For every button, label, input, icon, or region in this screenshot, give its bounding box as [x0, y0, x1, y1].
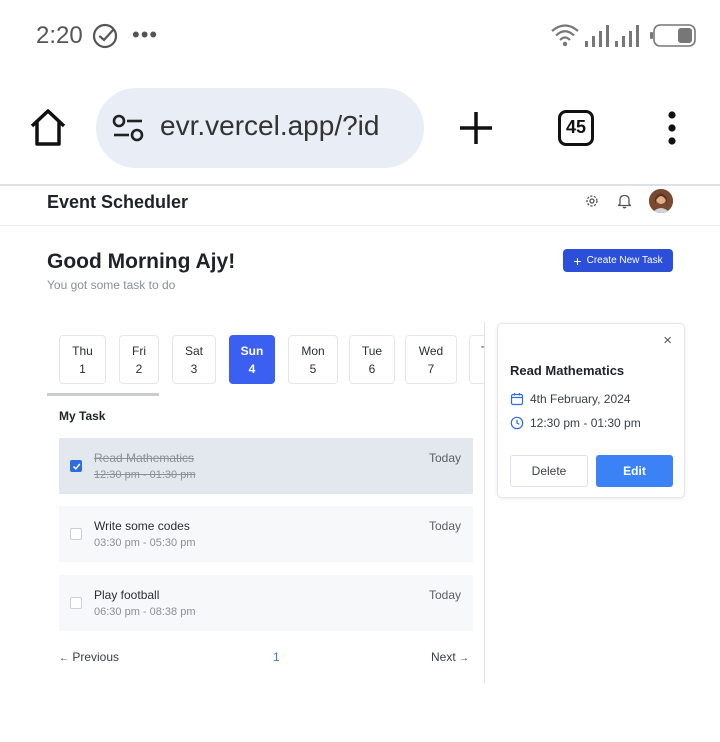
signal-icon — [585, 25, 609, 47]
my-task-heading: My Task — [59, 409, 106, 423]
create-new-task-label: Create New Task — [586, 255, 663, 266]
signal-icon-2 — [615, 25, 639, 47]
site-settings-icon[interactable] — [112, 114, 144, 142]
task-row[interactable]: Read Mathematics 12:30 pm - 01:30 pm Tod… — [59, 438, 473, 494]
task-day: Today — [428, 588, 461, 602]
arrow-left-icon: ← — [59, 653, 69, 664]
bell-icon[interactable] — [617, 193, 632, 209]
greeting-subtitle: You got some task to do — [47, 278, 176, 292]
app-title: Event Scheduler — [47, 192, 189, 212]
day-number: 6 — [368, 362, 376, 376]
new-tab-icon[interactable] — [458, 110, 494, 146]
day-name: Sun — [240, 344, 264, 358]
task-row[interactable]: Write some codes 03:30 pm - 05:30 pm Tod… — [59, 506, 473, 562]
day-wed[interactable]: Wed 7 — [405, 335, 457, 384]
app-header: Event Scheduler — [0, 186, 720, 226]
wifi-icon — [551, 24, 579, 47]
day-tue[interactable]: Tue 6 — [349, 335, 395, 384]
home-icon[interactable] — [28, 108, 68, 148]
task-checkbox[interactable] — [70, 597, 82, 609]
day-number: 7 — [427, 362, 435, 376]
detail-time-row: 12:30 pm - 01:30 pm — [510, 416, 641, 430]
panel-divider — [484, 322, 485, 684]
delete-button[interactable]: Delete — [510, 455, 588, 487]
day-number: 4 — [248, 362, 256, 376]
task-title: Read Mathematics — [94, 451, 195, 465]
close-icon[interactable]: × — [663, 333, 672, 349]
task-time: 06:30 pm - 08:38 pm — [94, 606, 196, 618]
day-name: Wed — [418, 344, 444, 358]
day-number: 3 — [190, 362, 198, 376]
page-number[interactable]: 1 — [273, 650, 280, 664]
plus-icon: + — [573, 252, 582, 269]
task-day: Today — [428, 451, 461, 465]
previous-label: Previous — [72, 650, 120, 664]
check-icon — [72, 463, 81, 470]
browser-toolbar: evr.vercel.app/?id 45 — [0, 72, 720, 184]
next-label: Next — [431, 650, 456, 664]
day-name: Thu — [72, 344, 93, 358]
task-detail-card: × Read Mathematics 4th February, 2024 12… — [497, 323, 685, 498]
address-bar[interactable]: evr.vercel.app/?id — [96, 88, 424, 168]
task-title: Play football — [94, 588, 160, 602]
task-checkbox[interactable] — [70, 460, 82, 472]
tab-switcher-button[interactable]: 45 — [558, 110, 594, 146]
day-name: Tue — [361, 344, 383, 358]
more-vert-icon[interactable] — [662, 110, 682, 146]
day-mon[interactable]: Mon 5 — [288, 335, 338, 384]
task-checkbox[interactable] — [70, 528, 82, 540]
avatar[interactable] — [649, 189, 673, 213]
day-thu-next[interactable]: T — [469, 335, 485, 384]
create-new-task-button[interactable]: + Create New Task — [563, 249, 673, 272]
url-text[interactable]: evr.vercel.app/?id — [160, 110, 414, 142]
day-name: Sat — [184, 344, 203, 358]
next-page-button[interactable]: Next → — [431, 650, 469, 664]
day-scroll-indicator — [47, 393, 159, 396]
day-fri[interactable]: Fri 2 — [119, 335, 159, 384]
detail-date-row: 4th February, 2024 — [510, 392, 631, 406]
task-row[interactable]: Play football 06:30 pm - 08:38 pm Today — [59, 575, 473, 631]
day-name: Mon — [301, 344, 325, 358]
day-number: 5 — [309, 362, 317, 376]
task-day: Today — [428, 519, 461, 533]
calendar-icon — [510, 393, 524, 406]
day-number: 1 — [79, 362, 86, 376]
day-selector: Thu 1 Fri 2 Sat 3 Sun 4 Mon 5 Tue 6 Wed … — [47, 322, 485, 396]
task-title: Write some codes — [94, 519, 190, 533]
day-sun[interactable]: Sun 4 — [229, 335, 275, 384]
detail-title: Read Mathematics — [510, 363, 625, 378]
day-thu[interactable]: Thu 1 — [59, 335, 106, 384]
arrow-right-icon: → — [459, 653, 470, 664]
battery-icon — [650, 24, 696, 47]
day-sat[interactable]: Sat 3 — [172, 335, 216, 384]
avatar-image — [649, 189, 673, 213]
check-circle-icon — [92, 23, 118, 49]
more-dots-icon: ••• — [132, 22, 159, 47]
task-time: 12:30 pm - 01:30 pm — [94, 469, 196, 481]
greeting-title: Good Morning Ajy! — [47, 250, 236, 273]
task-time: 03:30 pm - 05:30 pm — [94, 537, 196, 549]
previous-page-button[interactable]: ← Previous — [59, 650, 119, 664]
day-name: Fri — [132, 344, 146, 358]
detail-date: 4th February, 2024 — [530, 392, 631, 406]
status-bar: 2:20 ••• — [0, 0, 720, 72]
gear-icon[interactable] — [584, 193, 600, 209]
detail-time: 12:30 pm - 01:30 pm — [530, 416, 641, 430]
edit-button[interactable]: Edit — [596, 455, 673, 487]
day-number: 2 — [135, 362, 143, 376]
status-time: 2:20 — [36, 22, 83, 49]
clock-icon — [510, 416, 524, 430]
